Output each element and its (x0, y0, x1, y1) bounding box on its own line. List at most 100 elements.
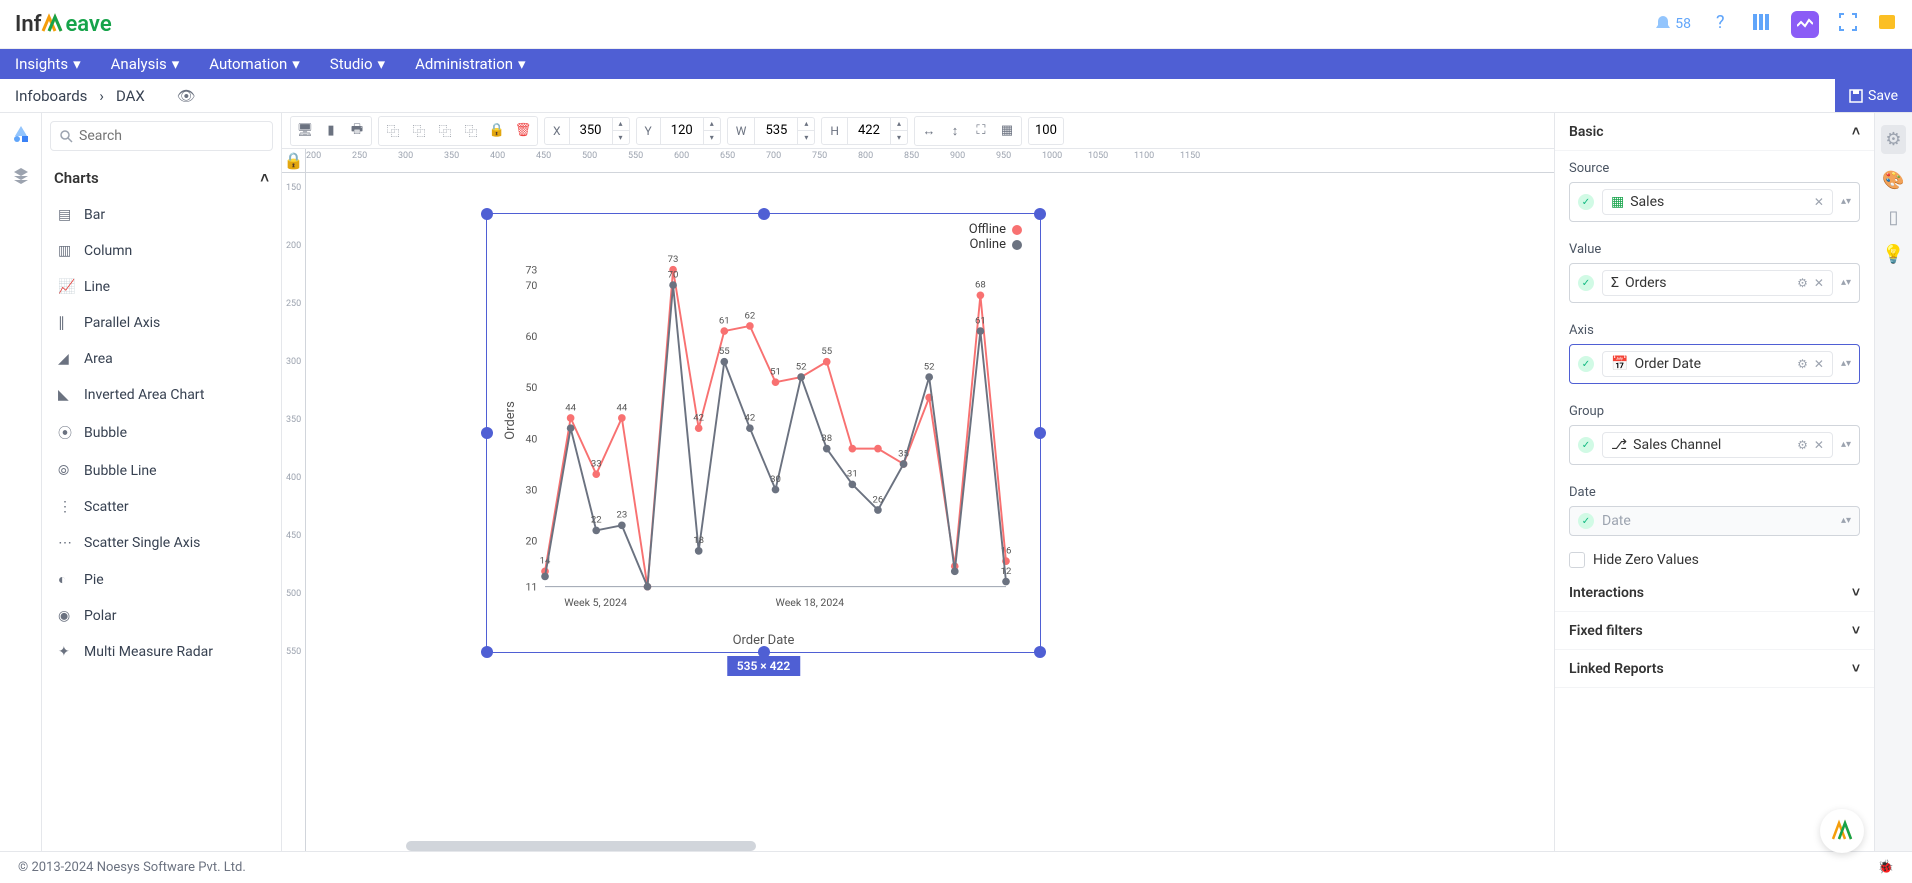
w-input[interactable]: W▴▾ (727, 117, 816, 145)
chart-type-area[interactable]: ◢Area (42, 341, 281, 377)
save-button[interactable]: Save (1835, 79, 1912, 112)
horizontal-scrollbar[interactable] (406, 841, 756, 851)
shapes-icon[interactable] (12, 125, 30, 148)
hide-zero-checkbox[interactable]: Hide Zero Values (1555, 546, 1874, 574)
help-icon[interactable]: ? (1711, 12, 1731, 37)
palette-tab-icon[interactable]: 🎨 (1882, 170, 1904, 191)
search-box[interactable] (50, 121, 273, 151)
sort-icon[interactable]: ▴▾ (1841, 442, 1851, 448)
align-h-button[interactable]: ↔ (917, 119, 941, 143)
column-icon: ▥ (58, 243, 74, 259)
clear-icon[interactable]: ✕ (1814, 195, 1824, 209)
print-button[interactable]: 🖶 (345, 119, 369, 143)
idea-tab-icon[interactable]: 💡 (1882, 244, 1904, 265)
preview-desktop-button[interactable]: 🖥 (293, 119, 317, 143)
basic-section-header[interactable]: Basic˄ (1555, 113, 1874, 151)
clear-icon[interactable]: ✕ (1814, 438, 1824, 452)
delete-button[interactable]: 🗑 (511, 119, 535, 143)
nav-automation[interactable]: Automation ▾ (209, 55, 300, 73)
preview-mobile-button[interactable]: ▮ (319, 119, 343, 143)
chart-type-column[interactable]: ▥Column (42, 233, 281, 269)
gear-icon[interactable]: ⚙ (1797, 276, 1808, 290)
svg-text:55: 55 (719, 346, 730, 357)
sort-icon[interactable]: ▴▾ (1841, 199, 1851, 205)
area-icon: ◢ (58, 351, 74, 367)
design-canvas[interactable]: Offline Online Orders Order Date 1120304… (306, 173, 1554, 851)
opacity-icon-button[interactable]: ▦ (995, 119, 1019, 143)
clear-icon[interactable]: ✕ (1814, 276, 1824, 290)
monitor-icon[interactable] (1791, 11, 1819, 38)
align-v-button[interactable]: ↕ (943, 119, 967, 143)
legend-dot-online (1012, 240, 1022, 250)
left-panel: Charts ˄ ▤Bar ▥Column 📈Line ∥Parallel Ax… (42, 113, 282, 851)
chart-widget[interactable]: Offline Online Orders Order Date 1120304… (486, 213, 1041, 653)
chart-type-pie[interactable]: ◐Pie (42, 561, 281, 598)
layers-icon[interactable] (12, 166, 30, 189)
nav-insights[interactable]: Insights ▾ (15, 55, 81, 73)
value-field[interactable]: ✓ ΣOrders⚙✕ ▴▾ (1569, 263, 1860, 303)
chart-type-radar[interactable]: ✦Multi Measure Radar (42, 634, 281, 670)
fixed-filters-section-header[interactable]: Fixed filters˅ (1555, 612, 1874, 650)
linked-reports-section-header[interactable]: Linked Reports˅ (1555, 650, 1874, 688)
chart-type-bar[interactable]: ▤Bar (42, 197, 281, 233)
logo[interactable]: Inf eave (15, 12, 112, 37)
expand-button[interactable]: ⛶ (969, 119, 993, 143)
date-field[interactable]: ✓ Date ▴▾ (1569, 506, 1860, 536)
chart-type-polar[interactable]: ◉Polar (42, 598, 281, 634)
chart-type-line[interactable]: 📈Line (42, 269, 281, 305)
formula-tab-icon[interactable]: ▯ (1889, 207, 1899, 228)
svg-text:55: 55 (821, 346, 832, 357)
h-input[interactable]: H▴▾ (821, 117, 908, 145)
nav-administration[interactable]: Administration ▾ (415, 55, 526, 73)
floating-action-button[interactable] (1820, 809, 1864, 853)
chart-type-parallel-axis[interactable]: ∥Parallel Axis (42, 305, 281, 341)
notifications-button[interactable]: 58 (1653, 14, 1691, 34)
sort-icon[interactable]: ▴▾ (1841, 361, 1851, 367)
settings-tab-icon[interactable]: ⚙ (1881, 125, 1905, 154)
bug-icon[interactable]: 🐞 (1878, 860, 1894, 875)
svg-text:52: 52 (796, 361, 807, 372)
gear-icon[interactable]: ⚙ (1797, 438, 1808, 452)
nav-studio[interactable]: Studio ▾ (330, 55, 385, 73)
svg-text:61: 61 (719, 315, 730, 326)
breadcrumb-root[interactable]: Infoboards (15, 87, 87, 105)
copy2-button[interactable]: ⿻ (407, 119, 431, 143)
opacity-input[interactable] (1028, 117, 1064, 145)
clear-icon[interactable]: ✕ (1814, 357, 1824, 371)
library-icon[interactable] (1751, 12, 1771, 37)
ruler-lock-icon[interactable]: 🔒 (282, 149, 306, 172)
chart-type-bubble[interactable]: ⦿Bubble (42, 413, 281, 453)
paste-button[interactable]: ⿻ (433, 119, 457, 143)
visibility-icon[interactable]: 👁 (177, 87, 196, 105)
copy-button[interactable]: ⿻ (381, 119, 405, 143)
sort-icon[interactable]: ▴▾ (1841, 280, 1851, 286)
svg-text:60: 60 (525, 330, 537, 343)
x-input[interactable]: X▴▾ (544, 117, 630, 145)
svg-text:70: 70 (668, 269, 679, 280)
lock-button[interactable]: 🔒 (485, 119, 509, 143)
scatter-single-icon: ⋯ (58, 535, 74, 551)
gear-icon[interactable]: ⚙ (1797, 357, 1808, 371)
svg-text:73: 73 (668, 254, 679, 265)
chevron-down-icon: ˅ (1852, 622, 1860, 639)
chart-type-inverted-area[interactable]: ◣Inverted Area Chart (42, 377, 281, 413)
nav-analysis[interactable]: Analysis ▾ (111, 55, 180, 73)
sort-icon[interactable]: ▴▾ (1841, 518, 1851, 524)
charts-section-header[interactable]: Charts ˄ (42, 159, 281, 197)
svg-text:40: 40 (525, 432, 537, 445)
checkbox-icon[interactable] (1569, 552, 1585, 568)
svg-text:31: 31 (847, 469, 858, 480)
bell-icon (1653, 14, 1673, 34)
chart-type-bubble-line[interactable]: ⦾Bubble Line (42, 453, 281, 489)
notes-icon[interactable] (1877, 12, 1897, 36)
bring-forward-button[interactable]: ⿻ (459, 119, 483, 143)
y-input[interactable]: Y▴▾ (636, 117, 721, 145)
fullscreen-icon[interactable] (1839, 12, 1857, 36)
axis-field[interactable]: ✓ 📅Order Date⚙✕ ▴▾ (1569, 344, 1860, 384)
group-field[interactable]: ✓ ⎇Sales Channel⚙✕ ▴▾ (1569, 425, 1860, 465)
chart-type-scatter-single[interactable]: ⋯Scatter Single Axis (42, 525, 281, 561)
search-input[interactable] (79, 128, 264, 144)
source-field[interactable]: ✓ ▦Sales✕ ▴▾ (1569, 182, 1860, 222)
interactions-section-header[interactable]: Interactions˅ (1555, 574, 1874, 612)
chart-type-scatter[interactable]: ⋮Scatter (42, 489, 281, 525)
